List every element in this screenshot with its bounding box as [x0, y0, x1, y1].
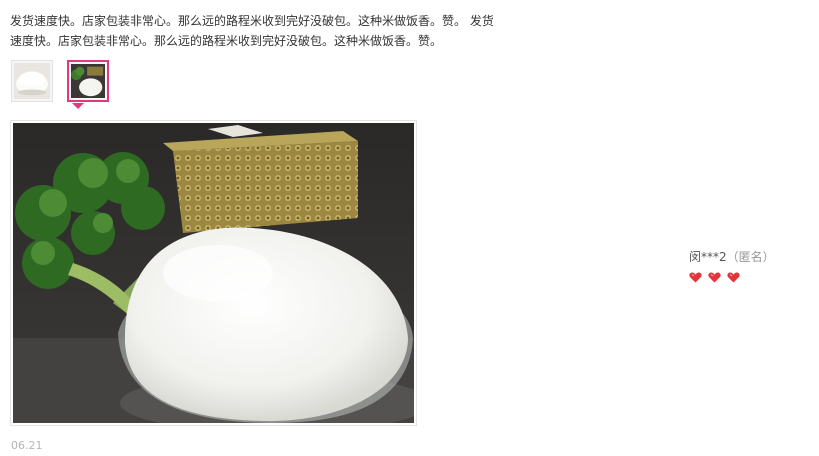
rice-bowl-with-broccoli-photo-icon [13, 123, 414, 423]
photo-thumbnail-1[interactable] [11, 60, 53, 102]
review-text: 发货速度快。店家包装非常心。那么远的路程米收到完好没破包。这种米做饭香。赞。 发… [10, 14, 494, 48]
review-date: 06.21 [11, 439, 43, 452]
rice-bowl-thumbnail-icon [14, 63, 50, 99]
active-thumbnail-pointer [72, 103, 84, 109]
heart-icon [689, 272, 702, 283]
reviewer-name: 闵***2 [689, 250, 727, 264]
photo-viewer[interactable] [10, 120, 417, 426]
photo-thumbnail-2[interactable] [67, 60, 109, 102]
reviewer-level-hearts [689, 268, 741, 287]
rice-broccoli-thumbnail-icon [71, 64, 105, 98]
anonymous-label: （匿名） [726, 250, 775, 264]
heart-icon [727, 272, 740, 283]
heart-icon [708, 272, 721, 283]
reviewer-info: 闵***2（匿名） [689, 248, 775, 265]
